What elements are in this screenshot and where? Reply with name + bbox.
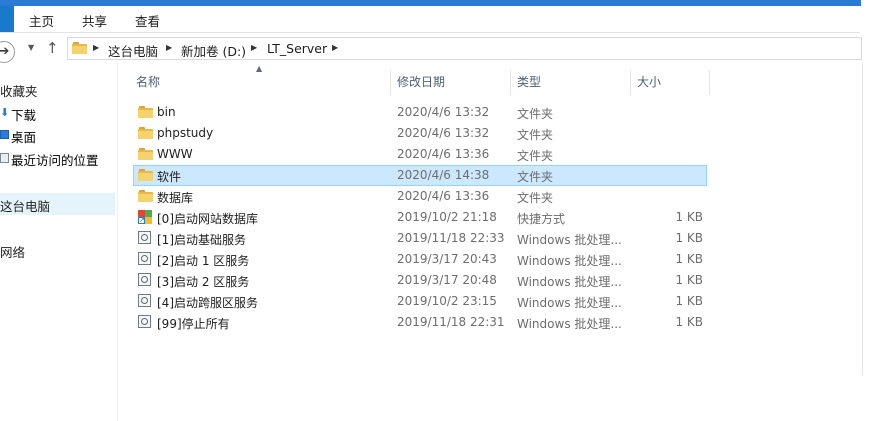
file-size: 1 KB [675, 294, 703, 308]
file-type: 快捷方式 [517, 212, 566, 226]
folder-icon [138, 190, 153, 202]
column-header-row: 名称 修改日期 类型 大小 [130, 70, 710, 95]
file-date: 2019/11/18 22:33 [397, 231, 505, 245]
tab-home[interactable]: 主页 [29, 11, 54, 30]
file-name: [3]启动 2 区服务 [157, 275, 250, 289]
desktop-icon [0, 130, 9, 139]
file-row-selected[interactable]: 软件 2020/4/6 14:38 文件夹 [133, 165, 707, 186]
file-name: phpstudy [157, 126, 214, 140]
pane-divider [117, 63, 118, 421]
file-menu-tab[interactable] [0, 6, 14, 32]
folder-icon [138, 127, 153, 139]
shortcut-icon: ↗ [138, 210, 152, 224]
file-size: 1 KB [675, 315, 703, 329]
file-name: 软件 [157, 170, 182, 184]
file-row[interactable]: ↗ [0]启动网站数据库 2019/10/2 21:18 快捷方式 1 KB [133, 207, 707, 228]
nav-item-network[interactable]: 网络 [0, 242, 25, 261]
navigation-bar: ➔ ▼ ↑ ▶ 这台电脑 ▶ 新加卷 (D:) ▶ LT_Server ▶ [0, 33, 869, 63]
file-name: [2]启动 1 区服务 [157, 254, 250, 268]
file-row[interactable]: [3]启动 2 区服务 2019/3/17 20:48 Windows 批处理.… [133, 270, 707, 291]
file-type: 文件夹 [517, 191, 554, 205]
nav-item-label: 最近访问的位置 [11, 153, 99, 168]
address-bar[interactable]: ▶ 这台电脑 ▶ 新加卷 (D:) ▶ LT_Server ▶ [67, 37, 862, 60]
breadcrumb-drive-d[interactable]: 新加卷 (D:) [181, 41, 246, 60]
batch-file-icon [138, 231, 151, 244]
file-name: [4]启动跨服区服务 [157, 296, 258, 310]
breadcrumb-lt-server[interactable]: LT_Server [267, 41, 327, 56]
up-arrow-icon[interactable]: ↑ [46, 39, 59, 57]
nav-item-desktop[interactable]: 桌面 [0, 126, 115, 145]
folder-icon [72, 42, 87, 54]
nav-item-downloads[interactable]: ⬇ 下载 [0, 104, 115, 124]
nav-item-label: 桌面 [11, 130, 37, 145]
breadcrumb-this-pc[interactable]: 这台电脑 [108, 41, 158, 60]
tab-view[interactable]: 查看 [135, 11, 160, 30]
file-name: [1]启动基础服务 [157, 233, 246, 247]
file-name: WWW [157, 147, 193, 161]
file-type: 文件夹 [517, 107, 554, 121]
file-date: 2020/4/6 13:36 [397, 147, 490, 161]
file-name: 数据库 [157, 191, 194, 205]
column-header-size[interactable]: 大小 [631, 70, 710, 95]
file-type: 文件夹 [517, 128, 554, 142]
file-type: Windows 批处理... [517, 254, 622, 268]
batch-file-icon [138, 273, 151, 286]
batch-file-icon [138, 294, 151, 307]
breadcrumb-separator-icon[interactable]: ▶ [251, 43, 257, 52]
file-date: 2019/11/18 22:31 [397, 315, 505, 329]
file-row[interactable]: WWW 2020/4/6 13:36 文件夹 [133, 144, 707, 165]
file-size: 1 KB [675, 210, 703, 224]
file-type: Windows 批处理... [517, 275, 622, 289]
recent-places-icon [0, 153, 9, 163]
file-type: Windows 批处理... [517, 233, 622, 247]
nav-item-recent-places[interactable]: 最近访问的位置 [0, 149, 115, 168]
file-size: 1 KB [675, 273, 703, 287]
nav-item-label: 下载 [11, 108, 37, 123]
folder-icon [138, 169, 153, 181]
file-date: 2020/4/6 13:36 [397, 189, 490, 203]
file-row[interactable]: 数据库 2020/4/6 13:36 文件夹 [133, 186, 707, 207]
folder-icon [138, 148, 153, 160]
nav-item-this-pc[interactable]: 这台电脑 [0, 196, 50, 215]
file-name: bin [157, 105, 176, 119]
nav-item-favorites[interactable]: 收藏夹 [0, 81, 38, 100]
file-date: 2020/4/6 13:32 [397, 126, 490, 140]
breadcrumb-separator-icon[interactable]: ▶ [93, 43, 99, 52]
file-row[interactable]: [2]启动 1 区服务 2019/3/17 20:43 Windows 批处理.… [133, 249, 707, 270]
column-header-name[interactable]: 名称 [130, 70, 391, 95]
file-date: 2019/10/2 21:18 [397, 210, 497, 224]
file-row[interactable]: phpstudy 2020/4/6 13:32 文件夹 [133, 123, 707, 144]
file-date: 2020/4/6 13:32 [397, 105, 490, 119]
batch-file-icon [138, 252, 151, 265]
file-name: [99]停止所有 [157, 317, 230, 331]
breadcrumb-separator-icon[interactable]: ▶ [332, 43, 338, 52]
ribbon-tab-bar: 主页 共享 查看 [0, 6, 860, 33]
file-type: Windows 批处理... [517, 317, 622, 331]
folder-icon [138, 106, 153, 118]
vertical-scrollbar[interactable] [862, 63, 869, 375]
batch-file-icon [138, 315, 151, 328]
file-name: [0]启动网站数据库 [157, 212, 258, 226]
file-date: 2019/3/17 20:43 [397, 252, 497, 266]
back-arrow-icon[interactable]: ➔ [0, 41, 15, 63]
file-size: 1 KB [675, 252, 703, 266]
file-type: 文件夹 [517, 170, 554, 184]
file-date: 2019/10/2 23:15 [397, 294, 497, 308]
breadcrumb-separator-icon[interactable]: ▶ [166, 43, 172, 52]
file-row[interactable]: [99]停止所有 2019/11/18 22:31 Windows 批处理...… [133, 312, 707, 333]
column-header-date[interactable]: 修改日期 [391, 70, 511, 95]
file-row[interactable]: [4]启动跨服区服务 2019/10/2 23:15 Windows 批处理..… [133, 291, 707, 312]
file-type: 文件夹 [517, 149, 554, 163]
file-date: 2020/4/6 14:38 [397, 168, 490, 182]
file-date: 2019/3/17 20:48 [397, 273, 497, 287]
file-type: Windows 批处理... [517, 296, 622, 310]
tab-share[interactable]: 共享 [82, 11, 107, 30]
file-row[interactable]: [1]启动基础服务 2019/11/18 22:33 Windows 批处理..… [133, 228, 707, 249]
column-header-type[interactable]: 类型 [511, 70, 631, 95]
file-size: 1 KB [675, 231, 703, 245]
file-row[interactable]: bin 2020/4/6 13:32 文件夹 [133, 102, 707, 123]
recent-locations-dropdown-icon[interactable]: ▼ [28, 43, 34, 52]
